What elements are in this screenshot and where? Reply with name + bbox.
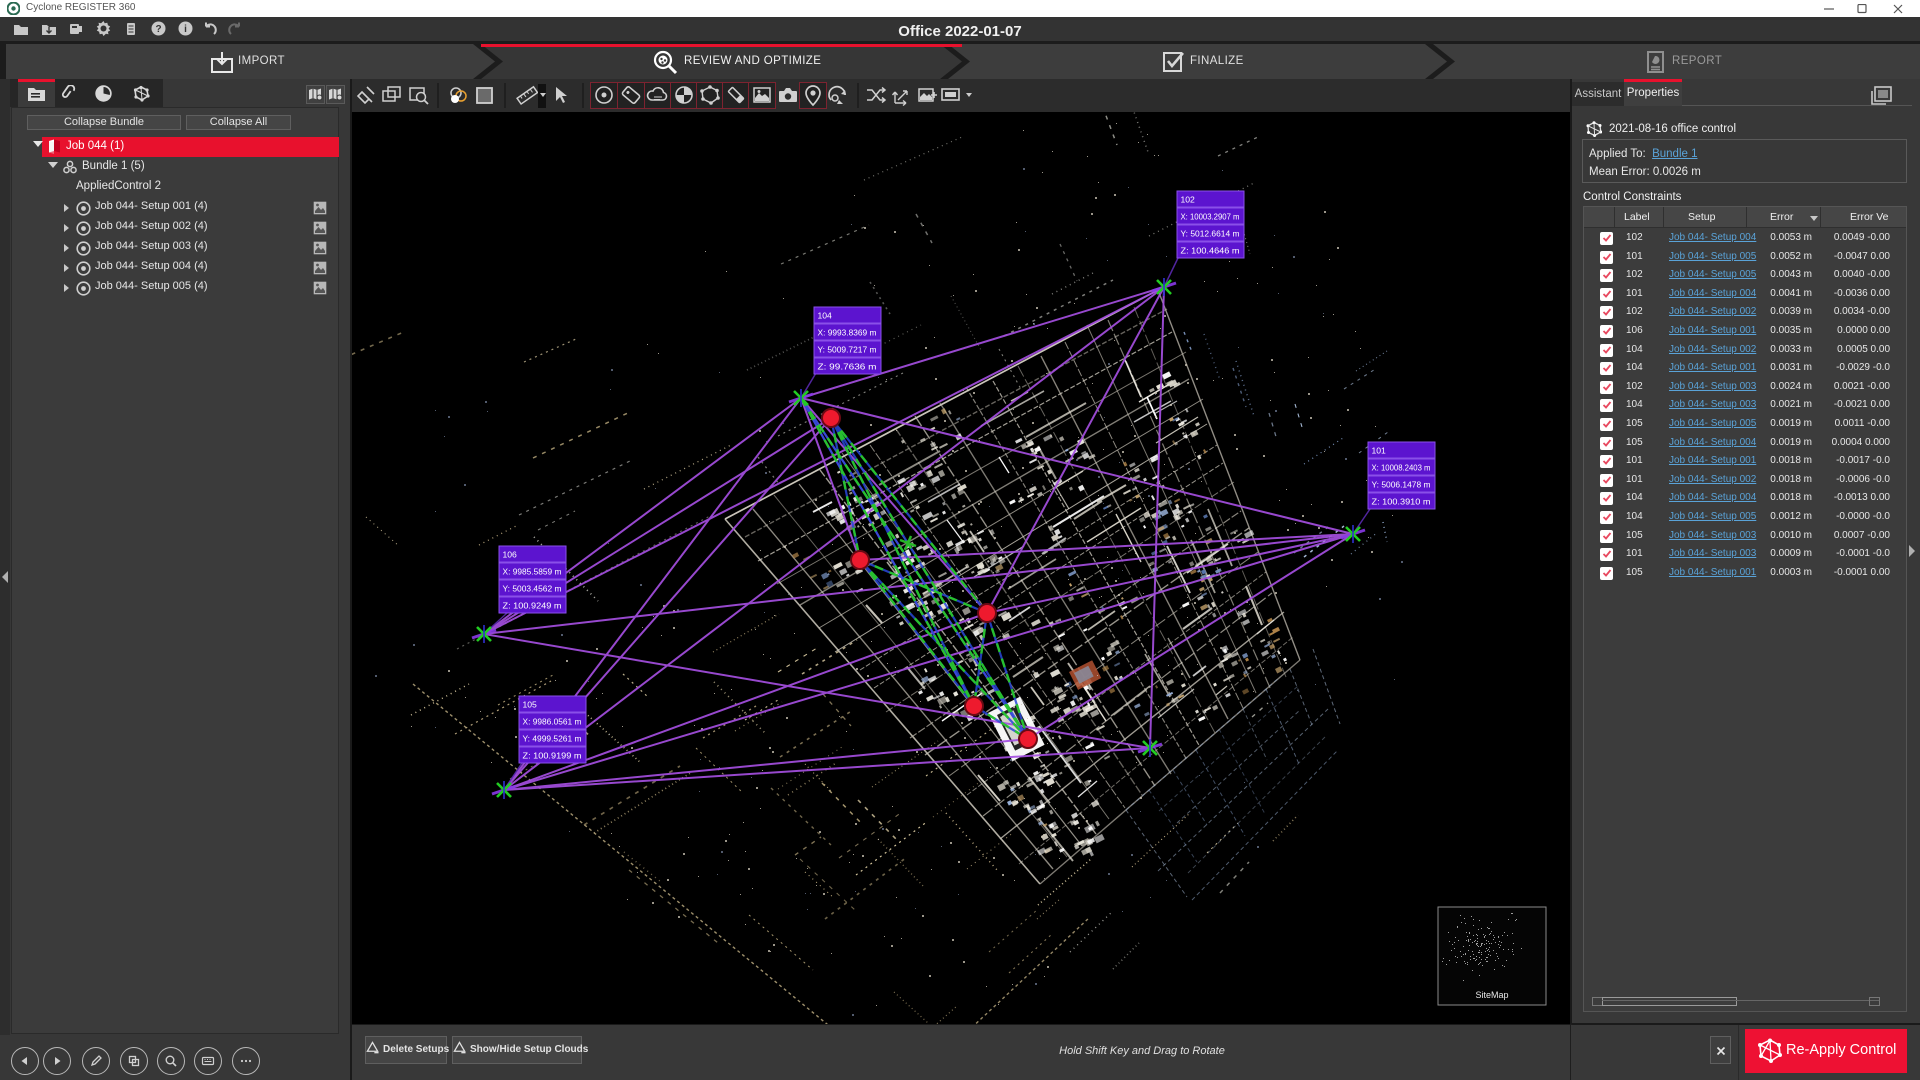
svg-text:102: 102 bbox=[1181, 195, 1196, 205]
svg-text:SiteMap: SiteMap bbox=[1475, 990, 1508, 1000]
svg-text:101: 101 bbox=[1372, 446, 1387, 456]
svg-text:i: i bbox=[184, 24, 187, 35]
svg-text:?: ? bbox=[155, 24, 161, 35]
svg-text:Y: 5009.7217 m: Y: 5009.7217 m bbox=[818, 345, 877, 355]
svg-text:X: 9993.8369 m: X: 9993.8369 m bbox=[818, 328, 877, 338]
svg-text:X: 9985.5859 m: X: 9985.5859 m bbox=[503, 567, 562, 577]
svg-text:Z: 100.9249 m: Z: 100.9249 m bbox=[503, 601, 562, 611]
svg-text:Y: 5003.4562 m: Y: 5003.4562 m bbox=[503, 584, 562, 594]
svg-text:106: 106 bbox=[503, 550, 518, 560]
svg-text:X: 9986.0561 m: X: 9986.0561 m bbox=[523, 717, 582, 727]
svg-text:104: 104 bbox=[818, 311, 833, 321]
svg-text:X: 10008.2403 m: X: 10008.2403 m bbox=[1372, 463, 1431, 473]
svg-text:Z: 100.4646 m: Z: 100.4646 m bbox=[1181, 246, 1240, 256]
svg-text:Y: 5006.1478 m: Y: 5006.1478 m bbox=[1372, 480, 1431, 490]
svg-text:Y: 4999.5261 m: Y: 4999.5261 m bbox=[523, 734, 582, 744]
svg-text:105: 105 bbox=[523, 700, 538, 710]
svg-text:Z: 100.3910 m: Z: 100.3910 m bbox=[1372, 497, 1431, 507]
svg-text:Z: 100.9199 m: Z: 100.9199 m bbox=[523, 751, 582, 761]
svg-text:X: 10003.2907 m: X: 10003.2907 m bbox=[1181, 212, 1240, 222]
svg-text:Z: 99.7636 m: Z: 99.7636 m bbox=[818, 362, 877, 372]
svg-text:Y: 5012.6614 m: Y: 5012.6614 m bbox=[1181, 229, 1240, 239]
